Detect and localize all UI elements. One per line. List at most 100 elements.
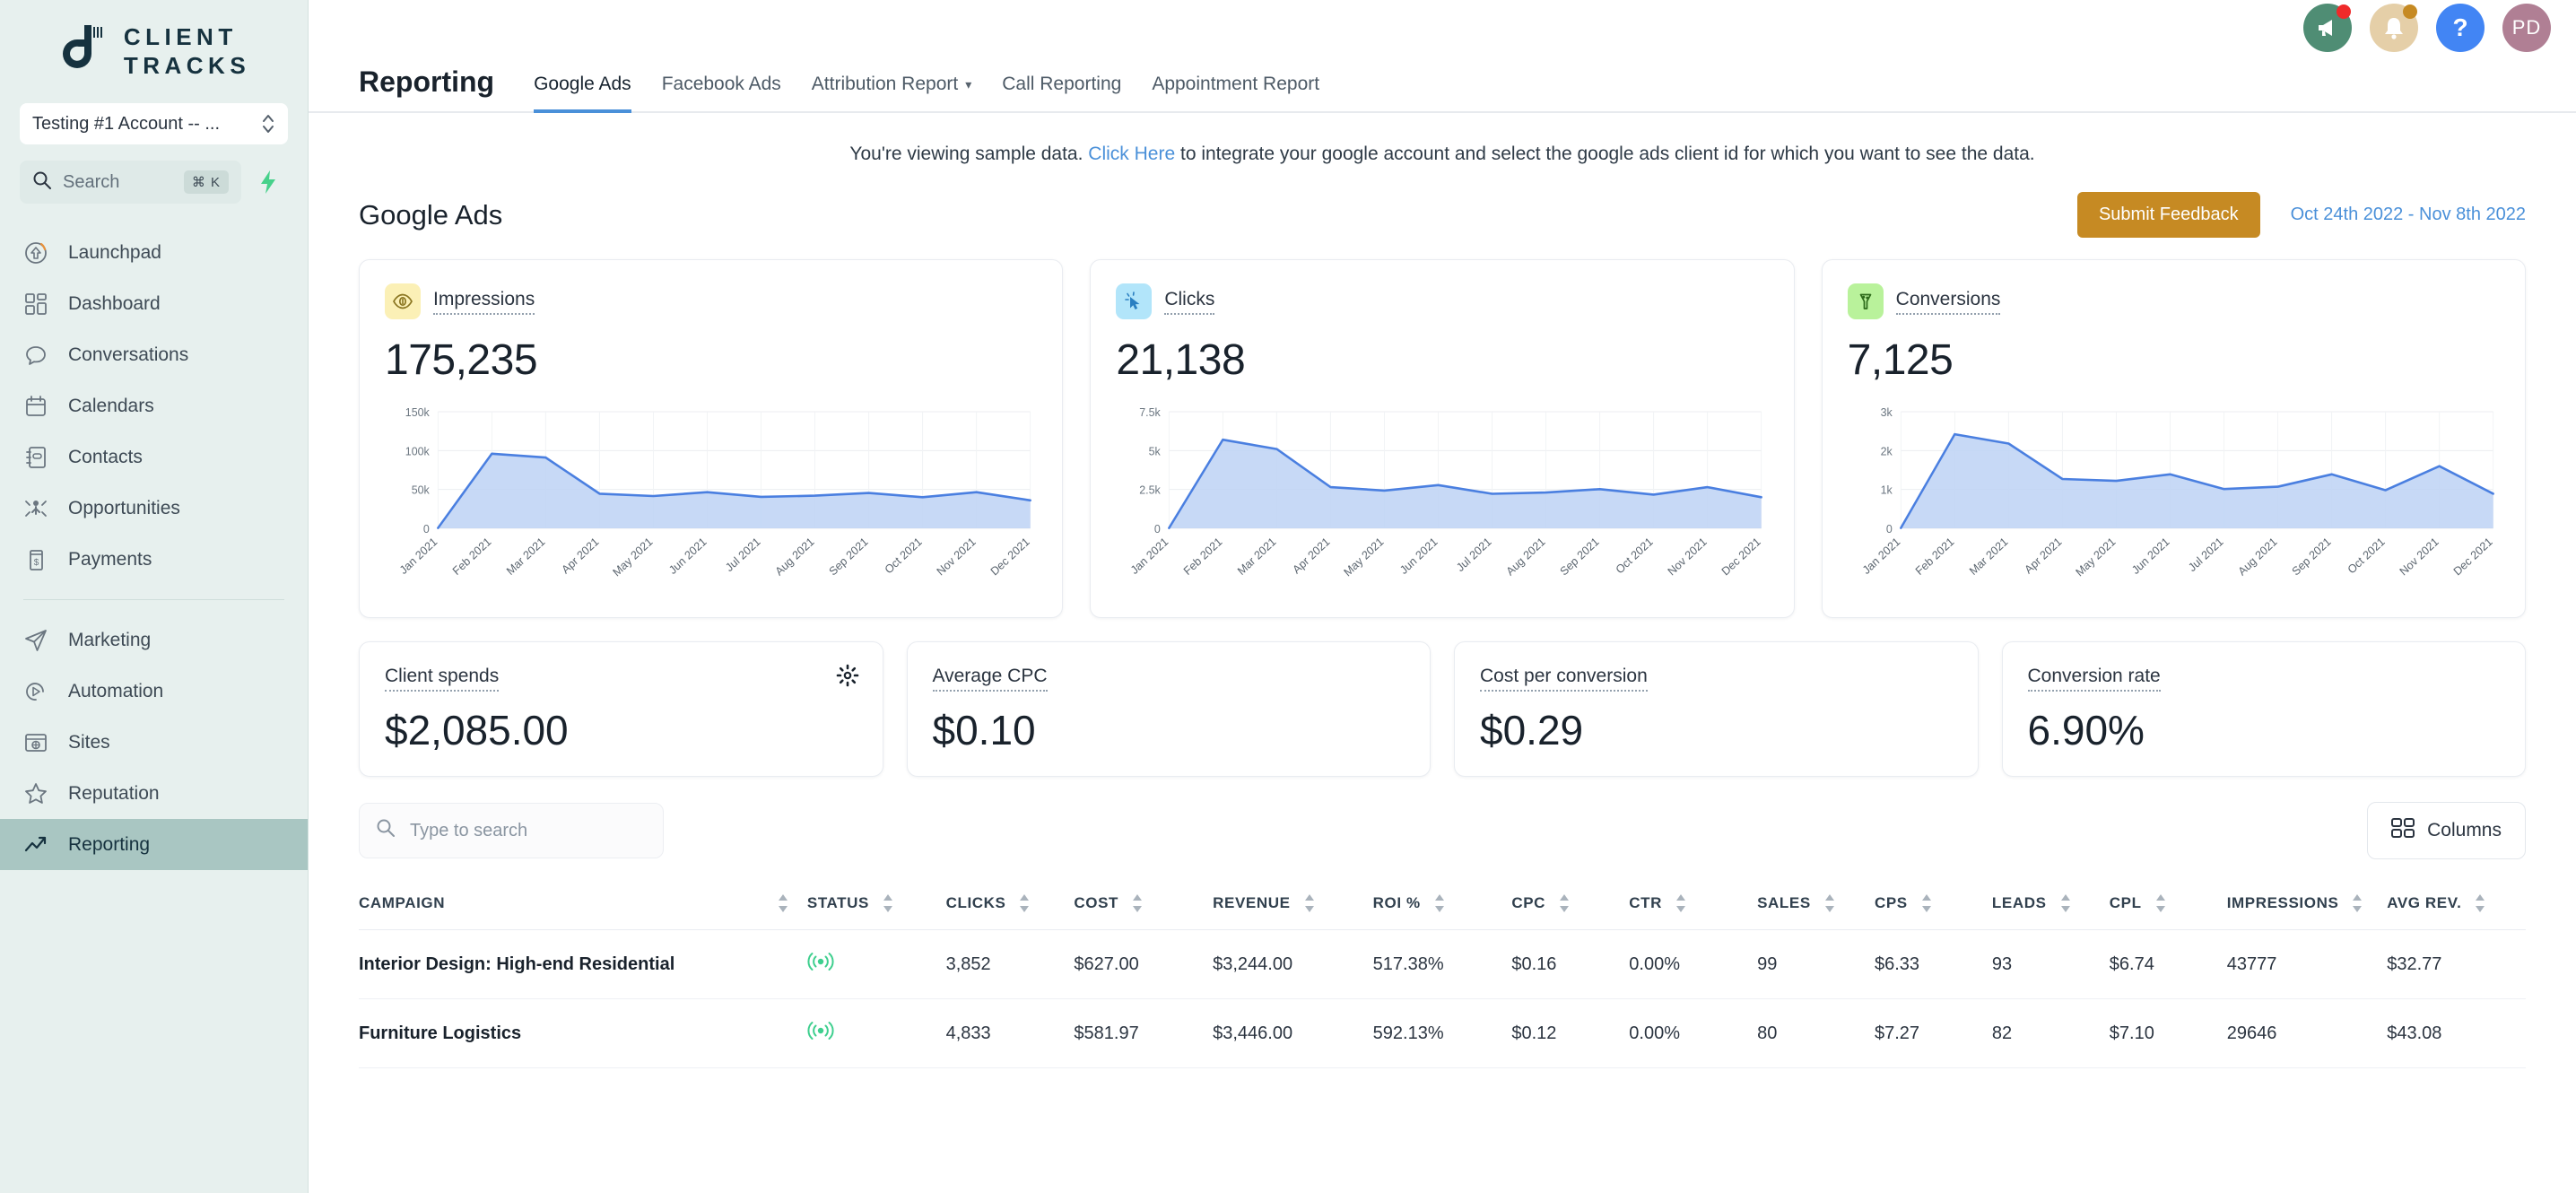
sidebar-item-contacts[interactable]: Contacts [0,431,308,483]
sidebar-item-opportunities[interactable]: Opportunities [0,483,308,534]
date-range-picker[interactable]: Oct 24th 2022 - Nov 8th 2022 [2291,205,2526,225]
columns-button[interactable]: Columns [2367,802,2526,859]
sort-icon[interactable] [1131,893,1144,913]
sidebar-item-reporting[interactable]: Reporting [0,819,308,871]
sidebar-item-sites[interactable]: Sites [0,717,308,768]
svg-text:Apr 2021: Apr 2021 [559,535,601,577]
tab-facebook-ads[interactable]: Facebook Ads [662,74,781,113]
sort-icon[interactable] [1018,893,1031,913]
table-header-ctr[interactable]: CTR [1629,879,1758,930]
kpi-card-label[interactable]: Client spends [385,666,500,692]
table-cell-leads: 82 [1991,998,2110,1068]
sort-icon[interactable] [2351,893,2363,913]
banner-click-here-link[interactable]: Click Here [1088,144,1175,164]
sort-icon[interactable] [882,893,894,913]
sort-icon[interactable] [1303,893,1316,913]
sort-icon[interactable] [1433,893,1446,913]
table-row[interactable]: Interior Design: High-end Residential 3,8… [359,929,2526,999]
tab-attribution-report[interactable]: Attribution Report ▾ [812,74,971,113]
banner-text-before: You're viewing sample data. [849,144,1089,164]
sort-icon[interactable] [1823,893,1836,913]
kpi-card-label[interactable]: Cost per conversion [1480,666,1648,692]
metric-card-header: Clicks [1116,283,1768,319]
sidebar-item-calendars[interactable]: Calendars [0,380,308,431]
svg-text:May 2021: May 2021 [1341,535,1386,579]
tab-appointment-report[interactable]: Appointment Report [1152,74,1319,113]
brand-logo[interactable]: CLIENT TRACKS [0,0,308,98]
table-cell-cpc: $0.12 [1511,998,1630,1068]
sidebar-item-payments[interactable]: $ Payments [0,534,308,585]
metric-card-label[interactable]: Conversions [1895,289,2001,315]
bell-icon[interactable] [2370,4,2418,52]
metric-card-impressions: Impressions 175,235 0 50k 100k 150k Jan 202… [359,259,1064,618]
gear-icon[interactable] [836,664,859,692]
quick-actions-bolt-icon[interactable] [248,162,288,202]
table-header-campaign[interactable]: CAMPAIGN [359,879,807,930]
sidebar-item-label: Launchpad [68,241,161,263]
automation-icon [23,679,48,704]
status-badge [806,929,946,999]
table-header-avg-rev[interactable]: AVG REV. [2387,879,2526,930]
table-cell-ctr: 0.00% [1629,998,1758,1068]
sort-icon[interactable] [1558,893,1571,913]
account-selector[interactable]: Testing #1 Account -- ... [20,103,288,145]
tab-label: Call Reporting [1002,74,1122,94]
table-header-impressions[interactable]: IMPRESSIONS [2226,879,2388,930]
kpi-card-label[interactable]: Average CPC [932,666,1048,692]
sidebar-item-dashboard[interactable]: Dashboard [0,278,308,329]
table-header-status[interactable]: STATUS [806,879,946,930]
table-cell-cpl: $7.10 [2109,998,2227,1068]
sort-icon[interactable] [2474,893,2486,913]
table-header-cost[interactable]: COST [1074,879,1214,930]
table-header-roi[interactable]: ROI % [1372,879,1512,930]
sidebar-item-reputation[interactable]: Reputation [0,768,308,819]
table-row[interactable]: Furniture Logistics 4,833 $581.97 $3,446.00… [359,998,2526,1068]
sort-icon[interactable] [1920,893,1933,913]
tab-google-ads[interactable]: Google Ads [534,74,631,113]
sidebar-item-conversations[interactable]: Conversations [0,329,308,380]
search-shortcut-badge: ⌘ K [183,170,229,195]
svg-text:100k: 100k [405,444,431,457]
table-cell-cps: $6.33 [1874,929,1992,999]
table-header-revenue[interactable]: REVENUE [1213,879,1373,930]
table-header-cpl[interactable]: CPL [2109,879,2227,930]
metric-card-label[interactable]: Impressions [433,289,535,315]
sort-icon[interactable] [777,893,789,913]
sample-data-banner: You're viewing sample data. Click Here t… [309,113,2576,176]
metric-cards-row: Impressions 175,235 0 50k 100k 150k Jan 202… [309,238,2576,618]
submit-feedback-button[interactable]: Submit Feedback [2076,192,2260,238]
search-input[interactable]: Search ⌘ K [20,161,241,205]
sort-icon[interactable] [1675,893,1687,913]
sidebar-item-marketing[interactable]: Marketing [0,614,308,666]
page-title: Reporting [359,65,495,98]
broadcast-icon [807,1022,834,1047]
table-search-input[interactable]: Type to search [359,803,664,858]
logo-line-1: CLIENT [123,23,238,50]
svg-text:Feb 2021: Feb 2021 [1912,535,1956,578]
table-header-leads[interactable]: LEADS [1991,879,2110,930]
table-search-placeholder: Type to search [410,820,528,840]
table-header-clicks[interactable]: CLICKS [945,879,1075,930]
table-header-cpc[interactable]: CPC [1511,879,1630,930]
metric-card-conversions: Conversions 7,125 0 1k 2k 3k Jan 2021 Feb 20… [1821,259,2526,618]
svg-text:0: 0 [1885,522,1892,536]
help-icon[interactable]: ? [2436,4,2485,52]
columns-grid-icon [2391,818,2415,843]
kpi-card-label[interactable]: Conversion rate [2027,666,2161,692]
metric-card-label[interactable]: Clicks [1164,289,1215,315]
sort-icon[interactable] [2154,893,2167,913]
sidebar-item-automation[interactable]: Automation [0,666,308,717]
table-header-cps[interactable]: CPS [1874,879,1992,930]
table-cell-campaign: Furniture Logistics [359,998,807,1068]
svg-text:2.5k: 2.5k [1140,483,1162,496]
sidebar-item-launchpad[interactable]: Launchpad [0,227,308,278]
megaphone-icon[interactable] [2303,4,2352,52]
table-toolbar: Type to search Columns [309,777,2576,859]
chevron-down-icon: ▾ [965,76,972,91]
sort-icon[interactable] [2059,893,2072,913]
table-header-sales[interactable]: SALES [1757,879,1875,930]
contacts-icon [23,445,48,470]
tab-call-reporting[interactable]: Call Reporting [1002,74,1121,113]
svg-text:3k: 3k [1880,405,1893,419]
avatar[interactable]: PD [2502,4,2551,52]
